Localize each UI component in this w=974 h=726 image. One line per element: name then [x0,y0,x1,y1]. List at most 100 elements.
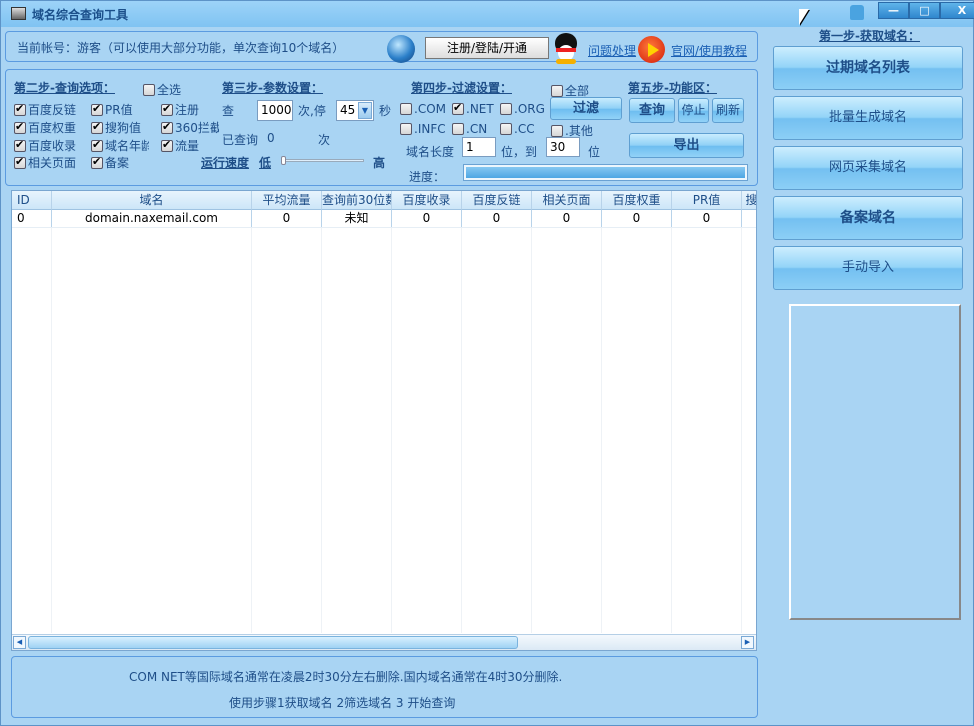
column-divider [322,210,392,633]
progress-label: 进度： [409,170,446,184]
column-header-col-baidu-index[interactable]: 百度收录 [392,191,462,210]
tld-net-checkbox[interactable]: .NET [452,101,494,116]
minimize-button[interactable]: — [878,2,909,19]
select-all-checkbox[interactable]: 全选 [143,81,181,98]
close-button[interactable]: X [940,2,974,19]
check-icon [452,101,464,115]
column-header-col-sogou[interactable]: 搜 [742,191,756,210]
icp-domains-button[interactable]: 备案域名 [773,196,963,240]
qq-penguin-icon[interactable] [552,33,580,64]
checkbox-icon [500,123,512,135]
table-cell: 0 [532,210,602,227]
pause-label: 次,停 [298,104,326,118]
scroll-right-icon[interactable]: ▶ [741,636,754,649]
table-row[interactable]: 0 domain.naxemail.com 0 未知 0 0 0 0 0 [12,210,756,228]
column-divider [52,210,252,633]
tld-org-checkbox[interactable]: .ORG [500,102,545,116]
column-header-col-id[interactable]: ID [12,191,52,210]
column-header-col-baidu-backlink[interactable]: 百度反链 [462,191,532,210]
tld-com-checkbox[interactable]: .COM [400,102,446,116]
refresh-button[interactable]: 刷新 [712,98,744,123]
play-video-icon[interactable] [638,36,665,63]
step2-title: 第二步-查询选项： [14,81,115,95]
register-login-button[interactable]: 注册/登陆/开通 [425,37,549,59]
horizontal-scrollbar[interactable]: ◀ ▶ [12,634,756,650]
expired-domains-button[interactable]: 过期域名列表 [773,46,963,90]
option-baidu-backlink[interactable]: 百度反链 [14,101,76,118]
results-table[interactable]: ID 域名 平均流量 查询前30位数 百度收录 百度反链 相关页面 百度权重 PR值搜 0 dom… [11,190,757,651]
chevron-down-icon[interactable]: ▼ [358,102,372,119]
length-max-input[interactable]: 30 [546,137,580,157]
notes-panel: COM NET等国际域名通常在凌晨2时30分左右删除.国内域名通常在4时30分删… [11,656,758,718]
note-usage-steps: 使用步骤1获取域名 2筛选域名 3 开始查询 [229,696,456,710]
stop-button[interactable]: 停止 [678,98,709,123]
official-site-link[interactable]: 官网/使用教程 [671,42,747,59]
checkbox-icon [143,83,155,96]
export-button[interactable]: 导出 [629,133,744,158]
check-icon [14,102,26,116]
app-icon [11,7,26,20]
check-icon [161,102,173,116]
query-button[interactable]: 查询 [629,98,675,123]
manual-import-button[interactable]: 手动导入 [773,246,963,290]
check-icon [91,102,103,116]
web-collect-button[interactable]: 网页采集域名 [773,146,963,190]
progress-fill [466,167,745,178]
note-delete-time: COM NET等国际域名通常在凌晨2时30分左右删除.国内域名通常在4时30分删… [129,670,563,684]
column-header-col-related-pages[interactable]: 相关页面 [532,191,602,210]
checkbox-icon [551,84,563,97]
title-bar[interactable]: 域名综合查询工具 — □ X [1,1,974,27]
option-baidu-weight[interactable]: 百度权重 [14,119,76,136]
skin-icon[interactable] [850,5,864,20]
query-label: 查 [222,104,235,118]
column-header-col-baidu-weight[interactable]: 百度权重 [602,191,672,210]
checkbox-icon [452,123,464,135]
column-divider [742,210,756,633]
column-header-col-top30[interactable]: 查询前30位数 [322,191,392,210]
table-cell: 未知 [322,210,392,227]
check-icon [161,120,173,134]
option-360-block[interactable]: 360拦截 [161,119,219,136]
option-related-pages[interactable]: 相关页面 [14,154,76,171]
option-baidu-index[interactable]: 百度收录 [14,137,76,154]
tld-cc-checkbox[interactable]: .CC [500,122,535,136]
option-icp[interactable]: 备案 [91,154,129,171]
globe-icon[interactable] [387,35,415,63]
column-header-col-avg-traffic[interactable]: 平均流量 [252,191,322,210]
column-header-col-domain[interactable]: 域名 [52,191,252,210]
tld-info-checkbox[interactable]: .INFC [400,122,446,136]
maximize-button[interactable]: □ [909,2,940,19]
option-domain-age[interactable]: 域名年龄 [91,137,149,154]
help-link[interactable]: 问题处理 [588,42,636,59]
check-icon [161,138,173,152]
filter-button[interactable]: 过滤 [550,97,622,120]
scroll-left-icon[interactable]: ◀ [13,636,26,649]
tld-cn-checkbox[interactable]: .CN [452,122,487,136]
ad-panel [789,304,961,620]
speed-label: 运行速度 [201,156,250,170]
option-register[interactable]: 注册 [161,101,199,118]
batch-generate-button[interactable]: 批量生成域名 [773,96,963,140]
progress-bar [463,164,748,181]
speed-slider[interactable] [281,156,364,165]
pause-seconds-select[interactable]: 45 ▼ [336,100,374,121]
query-count-input[interactable]: 1000 [257,100,293,121]
check-icon [14,120,26,134]
step5-title: 第五步-功能区： [628,81,717,95]
column-divider [532,210,602,633]
slider-thumb[interactable] [281,156,286,165]
account-status: 当前帐号：游客（可以使用大部分功能，单次查询10个域名） [17,41,345,55]
seconds-label: 秒 [379,104,392,118]
table-cell: 0 [672,210,742,227]
option-pr[interactable]: PR值 [91,101,133,118]
scroll-thumb[interactable] [28,636,518,649]
length-unit-label: 位 [588,145,601,159]
option-sogou[interactable]: 搜狗值 [91,119,141,136]
window-title: 域名综合查询工具 [32,8,129,22]
queried-count: 0 [267,131,275,145]
option-traffic[interactable]: 流量 [161,137,199,154]
table-cell: 0 [252,210,322,227]
length-min-input[interactable]: 1 [462,137,496,157]
table-cell: 0 [12,210,52,227]
column-header-col-pr[interactable]: PR值 [672,191,742,210]
